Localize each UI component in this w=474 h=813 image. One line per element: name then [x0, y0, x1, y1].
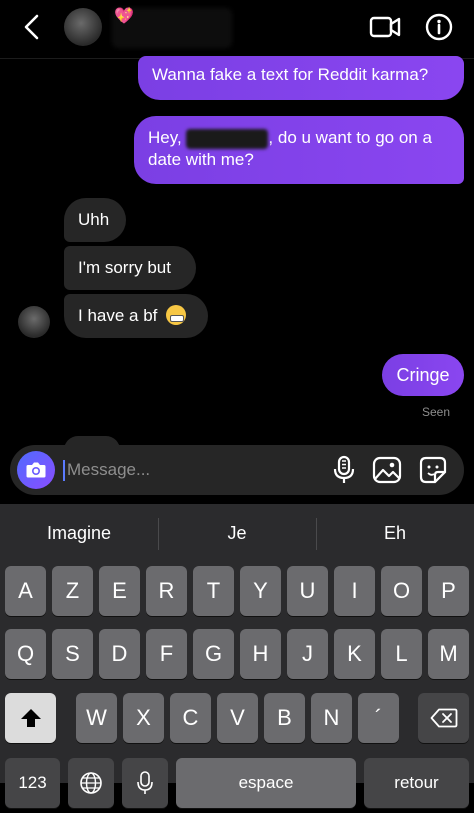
shift-key[interactable] — [5, 693, 56, 743]
key-g[interactable]: G — [193, 629, 234, 679]
keyboard: Imagine Je Eh A Z E R T Y U I O P Q S D … — [0, 504, 474, 808]
space-key[interactable]: espace — [176, 758, 356, 808]
info-button[interactable] — [424, 12, 454, 42]
video-call-button[interactable] — [368, 13, 402, 41]
message-text: Cringe — [396, 365, 450, 385]
video-camera-icon — [369, 16, 401, 38]
sticker-icon — [419, 456, 447, 484]
sent-message[interactable]: Wanna fake a text for Reddit karma? — [138, 56, 464, 100]
heart-emoji-icon: 💖 — [114, 8, 134, 25]
key-q[interactable]: Q — [5, 629, 46, 679]
key-x[interactable]: X — [123, 693, 164, 743]
microphone-button[interactable] — [330, 455, 358, 485]
sticker-button[interactable] — [418, 455, 448, 485]
received-message[interactable]: I have a bf — [64, 294, 208, 338]
key-y[interactable]: Y — [240, 566, 281, 616]
key-b[interactable]: B — [264, 693, 305, 743]
key-v[interactable]: V — [217, 693, 258, 743]
delete-key[interactable] — [418, 693, 469, 743]
sent-message[interactable]: Cringe — [382, 354, 464, 396]
key-s[interactable]: S — [52, 629, 93, 679]
camera-button[interactable] — [17, 451, 55, 489]
seen-status: Seen — [421, 405, 450, 419]
back-button[interactable] — [18, 12, 48, 42]
camera-icon — [26, 462, 46, 478]
key-m[interactable]: M — [428, 629, 469, 679]
received-message[interactable]: Uhh — [64, 198, 126, 242]
key-k[interactable]: K — [334, 629, 375, 679]
key-i[interactable]: I — [334, 566, 375, 616]
key-p[interactable]: P — [428, 566, 469, 616]
key-a[interactable]: A — [5, 566, 46, 616]
redacted-name — [186, 128, 269, 149]
key-n[interactable]: N — [311, 693, 352, 743]
key-h[interactable]: H — [240, 629, 281, 679]
shift-arrow-icon — [20, 709, 41, 727]
backspace-icon — [430, 708, 457, 728]
sent-message[interactable]: Hey, , do u want to go on a date with me… — [134, 116, 464, 184]
chat-header: 💖 — [0, 0, 474, 59]
grimacing-face-icon — [166, 305, 187, 325]
message-text: Hey, — [148, 128, 187, 147]
globe-key[interactable] — [68, 758, 114, 808]
key-accent[interactable]: ´ — [358, 693, 399, 743]
key-r[interactable]: R — [146, 566, 187, 616]
microphone-icon — [333, 455, 355, 483]
key-u[interactable]: U — [287, 566, 328, 616]
globe-icon — [80, 772, 102, 794]
numbers-key[interactable]: 123 — [5, 758, 60, 808]
contact-avatar[interactable] — [64, 8, 102, 46]
key-t[interactable]: T — [193, 566, 234, 616]
gallery-button[interactable] — [372, 455, 402, 485]
key-l[interactable]: L — [381, 629, 422, 679]
suggestion-3[interactable]: Eh — [316, 504, 474, 562]
message-composer — [10, 445, 464, 495]
key-w[interactable]: W — [76, 693, 117, 743]
key-j[interactable]: J — [287, 629, 328, 679]
received-message[interactable]: I'm sorry but — [64, 246, 196, 290]
message-text: I have a bf — [78, 306, 158, 325]
suggestion-2[interactable]: Je — [158, 504, 316, 562]
message-text: Wanna fake a text for Reddit karma? — [152, 65, 429, 84]
key-z[interactable]: Z — [52, 566, 93, 616]
chevron-left-icon — [24, 14, 39, 40]
key-e[interactable]: E — [99, 566, 140, 616]
sender-avatar[interactable] — [18, 306, 50, 338]
microphone-icon — [137, 771, 153, 794]
image-icon — [372, 456, 402, 484]
return-key[interactable]: retour — [364, 758, 469, 808]
key-o[interactable]: O — [381, 566, 422, 616]
key-d[interactable]: D — [99, 629, 140, 679]
suggestion-1[interactable]: Imagine — [0, 504, 158, 562]
info-icon — [425, 13, 453, 41]
dictation-key[interactable] — [122, 758, 168, 808]
text-cursor — [63, 460, 65, 481]
key-f[interactable]: F — [146, 629, 187, 679]
message-input[interactable] — [67, 458, 317, 482]
key-c[interactable]: C — [170, 693, 211, 743]
message-text: I'm sorry but — [78, 258, 171, 277]
message-text: Uhh — [78, 210, 110, 229]
